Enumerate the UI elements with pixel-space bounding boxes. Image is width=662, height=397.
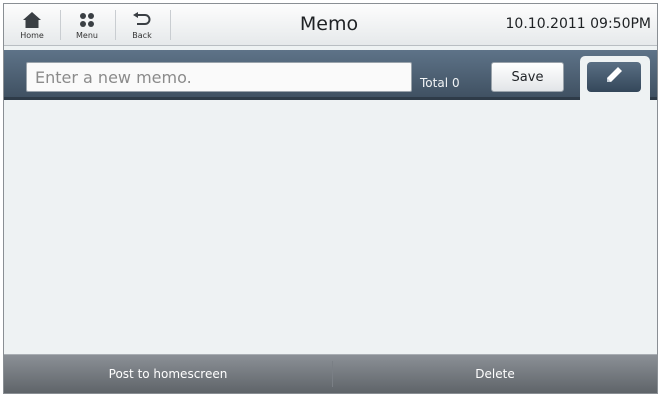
back-arrow-icon (133, 10, 151, 30)
delete-button[interactable]: Delete (333, 355, 657, 393)
total-count: 0 (452, 76, 460, 90)
back-label: Back (132, 30, 152, 40)
memo-app-window: Home Menu Back Memo 10.10.2011 09:50PM E… (3, 3, 658, 394)
bottom-action-bar: Post to homescreen Delete (4, 354, 657, 393)
menu-label: Menu (76, 30, 98, 40)
status-datetime: 10.10.2011 09:50PM (505, 16, 651, 32)
memo-input-bar: Total0 Save (4, 50, 657, 100)
home-label: Home (20, 30, 44, 40)
home-icon (23, 10, 41, 30)
memo-input[interactable] (26, 62, 412, 92)
title-bar: Home Menu Back Memo 10.10.2011 09:50PM (4, 4, 657, 46)
handwriting-button[interactable] (587, 62, 641, 92)
memo-list-area (4, 100, 657, 356)
menu-grid-icon (79, 10, 95, 30)
memo-total-counter: Total 0 (420, 76, 460, 90)
home-button[interactable]: Home (6, 4, 58, 45)
divider (170, 10, 171, 40)
page-title: Memo (299, 13, 359, 35)
menu-button[interactable]: Menu (61, 4, 113, 45)
post-to-homescreen-button[interactable]: Post to homescreen (4, 355, 332, 393)
total-label: Total (420, 76, 449, 90)
save-button[interactable]: Save (491, 62, 564, 92)
back-button[interactable]: Back (116, 4, 168, 45)
pencil-icon (604, 65, 624, 89)
